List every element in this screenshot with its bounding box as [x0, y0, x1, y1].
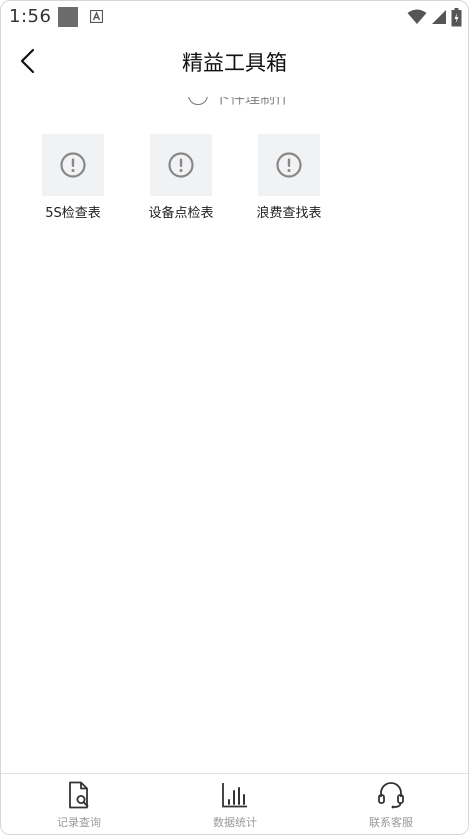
headset-icon	[378, 782, 404, 809]
status-icons	[407, 7, 462, 27]
tool-image-placeholder	[150, 134, 212, 196]
tab-record-query[interactable]: 记录查询	[1, 774, 157, 834]
alert-circle-icon	[60, 152, 86, 178]
alert-circle-icon	[276, 152, 302, 178]
tab-label: 数据统计	[213, 816, 257, 829]
page-title: 精益工具箱	[182, 51, 287, 75]
wifi-icon	[407, 9, 427, 24]
tool-label: 设备点检表	[148, 206, 214, 221]
a-icon	[90, 10, 103, 23]
tab-data-statistics[interactable]: 数据统计	[157, 774, 313, 834]
tool-image-placeholder	[42, 134, 104, 196]
app-screen: 1:56 精益工具箱 卜件理制作 5S检查表 设备点检表 浪费查找表 记录查询 …	[0, 0, 469, 835]
signal-icon	[432, 10, 446, 24]
tool-waste-finder[interactable]: 浪费查找表	[237, 134, 341, 221]
bar-chart-icon	[222, 783, 247, 808]
tool-image-placeholder	[258, 134, 320, 196]
circle-icon	[188, 97, 208, 105]
notification-square-icon	[58, 7, 78, 27]
tab-label: 记录查询	[57, 816, 101, 829]
bottom-tab-bar: 记录查询 数据统计 联系客服	[1, 773, 468, 834]
tab-label: 联系客服	[369, 816, 413, 829]
nav-header: 精益工具箱	[1, 35, 468, 87]
subtab-remnant-label: 卜件理制作	[215, 97, 285, 107]
subtab-remnant[interactable]: 卜件理制作	[185, 97, 285, 111]
document-search-icon	[69, 781, 89, 809]
status-time: 1:56	[9, 6, 52, 27]
tool-equipment-checklist[interactable]: 设备点检表	[129, 134, 233, 221]
tool-label: 浪费查找表	[256, 206, 322, 221]
status-bar: 1:56	[1, 1, 468, 33]
tab-contact-support[interactable]: 联系客服	[313, 774, 468, 834]
tool-5s-checklist[interactable]: 5S检查表	[21, 134, 125, 221]
tool-label: 5S检查表	[45, 206, 101, 221]
battery-icon	[451, 7, 462, 26]
alert-circle-icon	[168, 152, 194, 178]
